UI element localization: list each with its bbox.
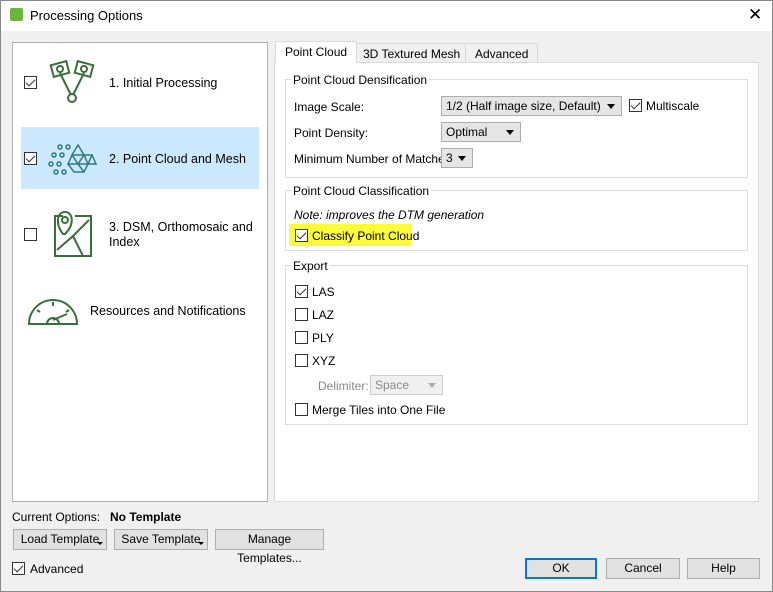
- point-density-value: Optimal: [446, 125, 488, 139]
- chevron-down-icon: [607, 104, 615, 109]
- close-button[interactable]: ✕: [748, 5, 762, 25]
- xyz-label: XYZ: [312, 354, 336, 368]
- classify-point-cloud-checkbox[interactable]: [295, 229, 308, 242]
- laz-checkbox[interactable]: [295, 308, 308, 321]
- image-scale-value: 1/2 (Half image size, Default): [446, 99, 601, 113]
- ply-label: PLY: [312, 331, 334, 345]
- checkbox-dsm[interactable]: [24, 228, 37, 241]
- las-checkbox[interactable]: [295, 285, 308, 298]
- export-group: [285, 265, 748, 425]
- image-scale-select[interactable]: 1/2 (Half image size, Default): [441, 96, 622, 116]
- gauge-icon: [27, 299, 79, 325]
- tab-3d-textured-mesh[interactable]: 3D Textured Mesh: [353, 43, 471, 63]
- delimiter-label: Delimiter:: [318, 379, 369, 393]
- checkbox-point-cloud-mesh[interactable]: [24, 152, 37, 165]
- sidebar-item-point-cloud-mesh[interactable]: 2. Point Cloud and Mesh: [109, 152, 246, 166]
- tab-advanced[interactable]: Advanced: [465, 43, 539, 63]
- load-template-button[interactable]: Load Template: [13, 529, 107, 550]
- classification-note: Note: improves the DTM generation: [294, 208, 485, 222]
- point-cloud-mesh-icon: [48, 143, 98, 175]
- export-title: Export: [291, 259, 330, 273]
- delimiter-select[interactable]: Space: [370, 375, 443, 395]
- xyz-checkbox[interactable]: [295, 354, 308, 367]
- ok-button[interactable]: OK: [525, 558, 597, 579]
- merge-tiles-checkbox[interactable]: [295, 403, 308, 416]
- densification-title: Point Cloud Densification: [291, 73, 430, 87]
- advanced-checkbox[interactable]: [12, 562, 25, 575]
- las-label: LAS: [312, 285, 335, 299]
- min-matches-value: 3: [446, 151, 453, 165]
- window-title: Processing Options: [30, 8, 143, 23]
- chevron-down-icon: [428, 383, 436, 388]
- multiscale-checkbox[interactable]: [629, 99, 642, 112]
- merge-tiles-label: Merge Tiles into One File: [312, 403, 446, 417]
- current-options-value: No Template: [110, 510, 182, 524]
- point-density-select[interactable]: Optimal: [441, 122, 521, 142]
- map-pin-icon: [54, 210, 92, 257]
- classification-title: Point Cloud Classification: [291, 184, 432, 198]
- ply-checkbox[interactable]: [295, 331, 308, 344]
- advanced-label: Advanced: [30, 562, 84, 576]
- help-button[interactable]: Help: [687, 558, 760, 579]
- min-matches-select[interactable]: 3: [441, 148, 473, 168]
- app-icon: [10, 8, 23, 21]
- delimiter-value: Space: [375, 378, 410, 392]
- sidebar-item-dsm[interactable]: 3. DSM, Orthomosaic and Index: [109, 220, 259, 250]
- image-scale-label: Image Scale:: [294, 100, 365, 114]
- cancel-button[interactable]: Cancel: [606, 558, 680, 579]
- min-matches-label: Minimum Number of Matches:: [294, 152, 455, 166]
- checkbox-initial-processing[interactable]: [24, 76, 37, 89]
- laz-label: LAZ: [312, 308, 335, 322]
- classify-point-cloud-label: Classify Point Cloud: [312, 229, 420, 243]
- sidebar-item-resources[interactable]: Resources and Notifications: [90, 304, 246, 318]
- camera-network-icon: [49, 59, 95, 103]
- chevron-down-icon: [506, 130, 514, 135]
- manage-templates-button[interactable]: Manage Templates...: [215, 529, 324, 565]
- current-options-label: Current Options:: [12, 510, 101, 524]
- multiscale-label: Multiscale: [646, 99, 700, 113]
- point-density-label: Point Density:: [294, 126, 369, 140]
- sidebar-item-initial-processing[interactable]: 1. Initial Processing: [109, 76, 217, 90]
- chevron-down-icon: [458, 156, 466, 161]
- save-template-button[interactable]: Save Template: [114, 529, 208, 550]
- sidebar: [12, 42, 268, 502]
- tab-point-cloud[interactable]: Point Cloud: [275, 41, 358, 63]
